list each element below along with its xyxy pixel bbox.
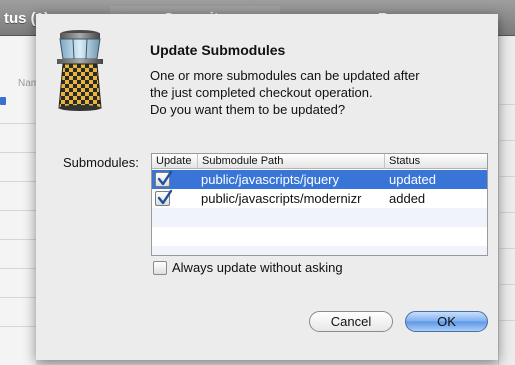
ok-button[interactable]: OK xyxy=(405,311,488,332)
background-divider xyxy=(498,140,515,141)
always-update-checkbox[interactable] xyxy=(153,261,167,275)
checkmark-icon xyxy=(157,189,173,205)
update-submodules-dialog: Update Submodules One or more submodules… xyxy=(36,14,498,360)
background-divider xyxy=(498,320,515,321)
submodule-status: updated xyxy=(389,172,436,187)
table-header: Update Submodule Path Status xyxy=(152,154,487,169)
table-row[interactable]: public/javascripts/modernizr added xyxy=(152,189,487,208)
message-line: One or more submodules can be updated af… xyxy=(150,68,420,83)
dialog-title: Update Submodules xyxy=(150,42,286,58)
background-divider xyxy=(0,152,36,153)
submodules-label: Submodules: xyxy=(63,155,139,170)
column-header-status[interactable]: Status xyxy=(385,154,487,169)
update-checkbox[interactable] xyxy=(155,170,173,187)
column-header-path[interactable]: Submodule Path xyxy=(198,154,385,169)
background-divider xyxy=(498,284,515,285)
message-line: the just completed checkout operation. xyxy=(150,85,373,100)
message-line: Do you want them to be updated? xyxy=(150,102,346,117)
submodule-path: public/javascripts/modernizr xyxy=(201,191,362,206)
background-divider xyxy=(0,297,36,298)
dialog-message: One or more submodules can be updated af… xyxy=(150,67,470,118)
background-divider xyxy=(498,248,515,249)
empty-table-row xyxy=(152,246,487,255)
background-divider xyxy=(498,104,515,105)
empty-table-row xyxy=(152,208,487,227)
background-divider xyxy=(0,326,36,327)
background-divider xyxy=(0,239,36,240)
background-right-pane xyxy=(498,36,515,365)
checkmark-icon xyxy=(157,170,173,186)
submodule-status: added xyxy=(389,191,426,206)
background-divider xyxy=(0,123,36,124)
cancel-button[interactable]: Cancel xyxy=(309,311,393,332)
submodule-path: public/javascripts/jquery xyxy=(201,172,340,187)
background-divider xyxy=(0,210,36,211)
background-divider xyxy=(0,268,36,269)
update-checkbox[interactable] xyxy=(155,189,173,206)
submodules-table[interactable]: Update Submodule Path Status public/java… xyxy=(151,153,488,256)
background-divider xyxy=(0,181,36,182)
column-header-update[interactable]: Update xyxy=(152,154,198,169)
background-divider xyxy=(498,212,515,213)
table-row[interactable]: public/javascripts/jquery updated xyxy=(152,170,487,189)
empty-table-row xyxy=(152,227,487,246)
background-selection-marker xyxy=(0,97,6,105)
background-divider xyxy=(498,176,515,177)
always-update-label[interactable]: Always update without asking xyxy=(172,260,343,275)
tower-app-icon xyxy=(57,30,103,111)
